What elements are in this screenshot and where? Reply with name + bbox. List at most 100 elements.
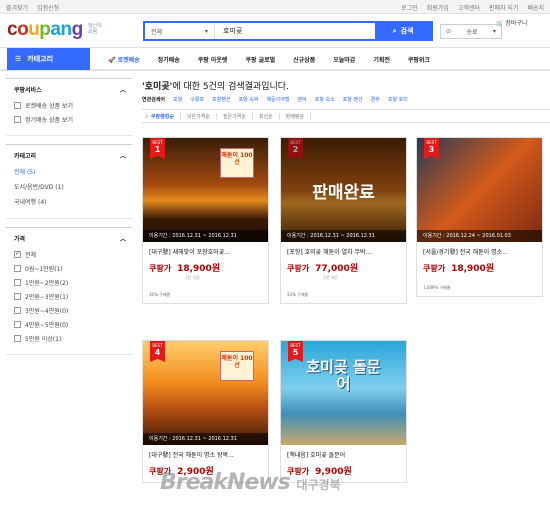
price-option[interactable]: 0원~1만원(1) bbox=[14, 264, 126, 273]
logo-tagline: 당신의 쇼핑 bbox=[88, 23, 102, 35]
related-keyword[interactable]: 포항 숙소 bbox=[315, 96, 335, 103]
service-label: 로켓배송 상품 보기 bbox=[25, 103, 73, 110]
product-image[interactable]: BEST 3 이용기간 : 2016.12.24 ~ 2016.01.03 bbox=[417, 138, 542, 242]
category-link[interactable]: 전체 (5) bbox=[14, 167, 126, 176]
search-results: '호미곶'에 대한 5건의 검색결과입니다. 연관검색어 포항 구룡포 포항펜션 포항 … bbox=[142, 79, 550, 483]
chevron-up-icon[interactable]: ︿ bbox=[120, 234, 126, 243]
product-card[interactable]: BEST 2 판매완료 이용기간 : 2016.12.31 ~ 2016.12.31 [… bbox=[280, 137, 407, 304]
product-image[interactable]: BEST 4 해돋이 100선 이용기간 : 2016.12.31 ~ 2016.12… bbox=[143, 341, 268, 445]
chevron-up-icon[interactable]: ︿ bbox=[120, 151, 126, 160]
main-nav: ☰ 카테고리 🚀 로켓배송 정기배송 쿠팡 아웃렛 쿠팡 글로벌 신규상품 오늘마감 기획전 쿠… bbox=[0, 47, 550, 71]
topbar-link[interactable]: 회원가입 bbox=[427, 3, 449, 12]
best-badge: BEST 4 bbox=[150, 341, 165, 362]
product-title[interactable]: [서울/경기發] 전국 해돋이 명소... bbox=[423, 247, 536, 256]
related-keyword[interactable]: 포항 호미 bbox=[388, 96, 408, 103]
nav-item[interactable]: 🚀 로켓배송 bbox=[108, 55, 140, 64]
product-title[interactable]: [포항] 호미곶 해돋이 열차 무박... bbox=[287, 247, 400, 256]
filter-sidebar: 쿠팡서비스 ︿ 로켓배송 상품 보기 정기배송 상품 보기 카테고리 ︿ 전체 (5)… bbox=[6, 78, 132, 363]
price-option[interactable]: 3만원~4만원(0) bbox=[14, 306, 126, 315]
topbar-link[interactable]: 입점신청 bbox=[37, 3, 59, 12]
checkbox[interactable] bbox=[14, 116, 21, 123]
header: coupang 당신의쇼핑 전체▾ ⌕검색 ⊙송료▾ 🛒 장바구니 bbox=[0, 14, 550, 46]
search-button[interactable]: ⌕ 검색 bbox=[375, 23, 431, 39]
related-label: 연관검색어 bbox=[142, 97, 166, 103]
topbar-link[interactable]: 고객센터 bbox=[458, 3, 480, 12]
product-image[interactable]: BEST 2 판매완료 이용기간 : 2016.12.31 ~ 2016.12.31 bbox=[281, 138, 406, 242]
product-image[interactable]: BEST 1 해돋이 100선 이용기간 : 2016.12.31 ~ 2016.12… bbox=[143, 138, 268, 242]
checkbox[interactable] bbox=[14, 307, 21, 314]
coupang-logo[interactable]: coupang bbox=[7, 19, 83, 41]
topbar-link[interactable]: 판매자 되기 bbox=[489, 3, 519, 12]
category-link[interactable]: 국내여행 (4) bbox=[14, 197, 126, 206]
sort-bar: ✓ 쿠팡랭킹순 낮은가격순 높은가격순 최신순 판매량순 bbox=[142, 109, 550, 123]
chevron-up-icon[interactable]: ︿ bbox=[120, 85, 126, 94]
cart-icon: 🛒 bbox=[496, 20, 504, 27]
nav-item[interactable]: 기획전 bbox=[373, 55, 390, 64]
nav-item[interactable]: 쿠팡위크 bbox=[408, 55, 430, 64]
sort-option[interactable]: 낮은가격순 bbox=[187, 112, 217, 120]
search-category-select[interactable]: 전체 ▾ bbox=[145, 23, 215, 39]
chevron-down-icon: ▾ bbox=[492, 28, 496, 35]
related-keyword[interactable]: 구룡포 bbox=[190, 96, 204, 103]
sort-option[interactable]: 판매량순 bbox=[286, 112, 312, 120]
checkbox[interactable] bbox=[14, 102, 21, 109]
book-cover-title: 호미곶 돌문어 bbox=[306, 358, 381, 393]
product-title[interactable]: [대구發] 새해맞이 포항호미곶... bbox=[149, 247, 262, 256]
checkbox[interactable] bbox=[14, 321, 21, 328]
product-title[interactable]: [책내음] 호미곶 돌문어 bbox=[287, 450, 400, 459]
service-option[interactable]: 정기배송 상품 보기 bbox=[14, 115, 126, 124]
location-select[interactable]: ⊙ 송료 ▾ bbox=[440, 24, 502, 39]
usage-period: 이용기간 : 2016.12.31 ~ 2016.12.31 bbox=[143, 230, 268, 242]
sort-option[interactable]: 높은가격순 bbox=[223, 112, 253, 120]
checkbox[interactable] bbox=[14, 335, 21, 342]
topbar-link[interactable]: 배송지 bbox=[527, 3, 544, 12]
category-filter: 카테고리 ︿ 전체 (5) 도서/음반/DVD (1) 국내여행 (4) bbox=[6, 144, 132, 219]
related-keyword[interactable]: 포항 펜션 bbox=[343, 96, 363, 103]
checkbox[interactable] bbox=[14, 250, 21, 258]
related-keyword[interactable]: 경주 bbox=[371, 96, 380, 103]
related-keyword[interactable]: 포항펜션 bbox=[212, 96, 230, 103]
topbar-link[interactable]: 즐겨찾기 bbox=[6, 3, 28, 12]
checkbox[interactable] bbox=[14, 279, 21, 286]
product-title[interactable]: [대구發] 전국 해돋이 명소 왕복... bbox=[149, 450, 262, 459]
price-option[interactable]: 1만원~2만원(2) bbox=[14, 278, 126, 287]
product-image[interactable]: 호미곶 돌문어 BEST 5 bbox=[281, 341, 406, 445]
product-info: [대구發] 새해맞이 포항호미곶... 쿠팡가 18,900원 1인 기준 30% 구매… bbox=[143, 242, 268, 303]
category-link[interactable]: 도서/음반/DVD (1) bbox=[14, 182, 126, 191]
related-keyword[interactable]: 포항 숙박 bbox=[238, 96, 258, 103]
cart-button[interactable]: 🛒 장바구니 bbox=[496, 18, 528, 27]
nav-item[interactable]: 쿠팡 글로벌 bbox=[245, 55, 275, 64]
service-option[interactable]: 로켓배송 상품 보기 bbox=[14, 101, 126, 110]
checkbox[interactable] bbox=[14, 265, 21, 272]
purchase-rate: 30% 구매율 bbox=[149, 292, 171, 297]
price-option[interactable]: 2만원~3만원(1) bbox=[14, 292, 126, 301]
related-keyword[interactable]: 포항 bbox=[173, 96, 182, 103]
sort-option[interactable]: ✓ 쿠팡랭킹순 bbox=[145, 112, 181, 120]
product-card[interactable]: BEST 1 해돋이 100선 이용기간 : 2016.12.31 ~ 2016.12… bbox=[142, 137, 269, 304]
nav-item[interactable]: 신규상품 bbox=[293, 55, 315, 64]
sort-option[interactable]: 최신순 bbox=[259, 112, 280, 120]
price-row: 쿠팡가 18,900원 bbox=[149, 261, 262, 274]
guidebook-thumbnail: 해돋이 100선 bbox=[220, 351, 254, 381]
logo-letter: p bbox=[39, 19, 51, 40]
related-keyword[interactable]: 영덕 bbox=[297, 96, 306, 103]
badge-rank: 3 bbox=[428, 145, 435, 154]
price-option[interactable]: 5만원 이상(1) bbox=[14, 334, 126, 343]
nav-item[interactable]: 쿠팡 아웃렛 bbox=[198, 55, 228, 64]
related-keyword[interactable]: 해돋이여행 bbox=[266, 96, 289, 103]
price-label: 전체 bbox=[25, 252, 37, 259]
price-row: 쿠팡가 77,000원 bbox=[287, 261, 400, 274]
price-option[interactable]: 전체 bbox=[14, 250, 126, 259]
nav-item[interactable]: 정기배송 bbox=[158, 55, 180, 64]
badge-rank: 4 bbox=[154, 348, 161, 357]
product-card[interactable]: BEST 4 해돋이 100선 이용기간 : 2016.12.31 ~ 2016.12… bbox=[142, 340, 269, 483]
search-input[interactable] bbox=[215, 23, 375, 39]
checkbox[interactable] bbox=[14, 293, 21, 300]
nav-item[interactable]: 오늘마감 bbox=[333, 55, 355, 64]
product-card[interactable]: 호미곶 돌문어 BEST 5 [책내음] 호미곶 돌문어 쿠팡가 9,900원 bbox=[280, 340, 407, 483]
topbar-link[interactable]: 로그인 bbox=[401, 3, 418, 12]
price-sub: 1인 기준 bbox=[185, 275, 200, 280]
product-card[interactable]: BEST 3 이용기간 : 2016.12.24 ~ 2016.01.03 [서울/경… bbox=[416, 137, 543, 297]
category-menu-button[interactable]: ☰ 카테고리 bbox=[7, 48, 90, 70]
price-option[interactable]: 4만원~5만원(0) bbox=[14, 320, 126, 329]
